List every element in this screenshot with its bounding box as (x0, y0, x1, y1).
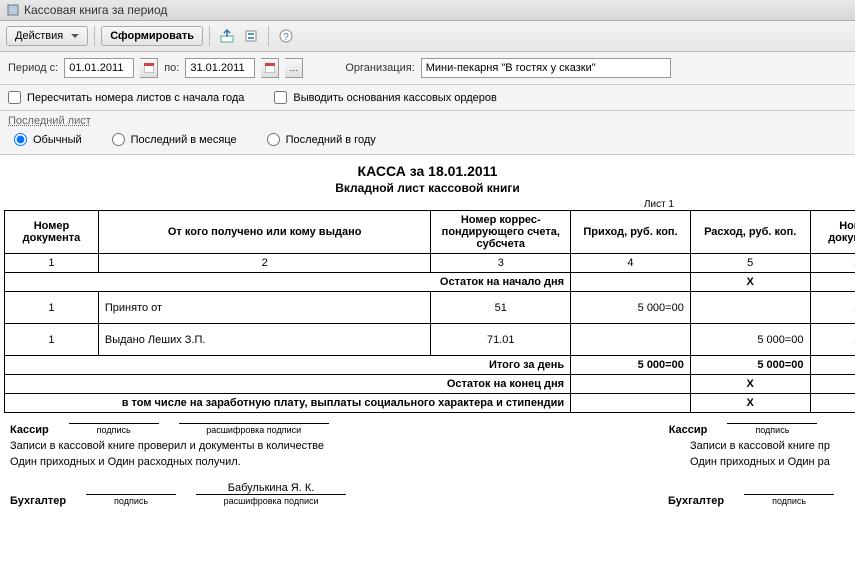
accountant-label: Бухгалтер (10, 495, 66, 507)
basis-checkbox-label: Выводить основания кассовых ордеров (293, 92, 496, 104)
report-area: КАССА за 18.01.2011 Вкладной лист кассов… (0, 155, 855, 507)
header-row: Номер документа От кого получено или ком… (5, 211, 855, 254)
toolbar-separator (94, 26, 95, 46)
decrypt-line: расшифровка подписи (179, 423, 329, 435)
table-row: 1 Выдано Леших З.П. 71.01 5 000=00 1 Выд… (5, 324, 855, 356)
cashier-label2: Кассир (669, 424, 708, 436)
th-fromto: От кого получено или кому выдано (98, 211, 431, 254)
help-icon[interactable]: ? (275, 25, 297, 47)
th-docnum: Номер документа (5, 211, 99, 254)
date-from-input[interactable] (64, 58, 134, 78)
cashier-signature-block: Кассир подпись расшифровка подписи Касси… (10, 423, 855, 436)
report-title: КАССА за 18.01.2011 (0, 163, 855, 179)
accountant-label2: Бухгалтер (668, 495, 724, 507)
group-title: Последний лист (0, 111, 855, 127)
radio-year-input[interactable] (267, 133, 280, 146)
sheet-number: Лист 1 (0, 199, 680, 210)
period-to-label: по: (164, 62, 179, 74)
radio-month-label: Последний в месяце (131, 134, 237, 146)
radio-normal-input[interactable] (14, 133, 27, 146)
app-icon (6, 3, 20, 17)
th-docnum2: Номер документа (810, 211, 855, 254)
th-corr: Номер коррес-пондирующего счета, субсчет… (431, 211, 571, 254)
open-balance-row: Остаток на начало дня X (5, 273, 855, 292)
cash-table: Номер документа От кого получено или ком… (4, 210, 855, 413)
checkbox-bar: Пересчитать номера листов с начала года … (0, 85, 855, 111)
date-to-input[interactable] (185, 58, 255, 78)
sig-line3: подпись (86, 494, 176, 506)
toolbar-separator (268, 26, 269, 46)
decrypt-line2: расшифровка подписи (196, 494, 346, 506)
generate-button[interactable]: Сформировать (101, 26, 203, 46)
toolbar: Действия Сформировать ? (0, 21, 855, 52)
th-expense: Расход, руб. коп. (690, 211, 810, 254)
select-button[interactable]: … (285, 58, 303, 78)
settings-icon[interactable] (240, 25, 262, 47)
toolbar-separator (209, 26, 210, 46)
footer-note2: Один приходных и Один расходных получил. (10, 456, 680, 468)
accountant-signature-block: Бухгалтер подпись Бабулькина Я. К. расши… (10, 482, 855, 507)
total-day-row: Итого за день 5 000=00 5 000=00 (5, 356, 855, 375)
radio-month[interactable]: Последний в месяце (112, 133, 237, 146)
radio-bar: Обычный Последний в месяце Последний в г… (0, 127, 855, 155)
recount-checkbox[interactable]: Пересчитать номера листов с начала года (8, 91, 244, 104)
calendar-icon[interactable] (140, 58, 158, 78)
close-balance-row: Остаток на конец дня X (5, 375, 855, 394)
th-income: Приход, руб. коп. (571, 211, 691, 254)
cashier-label: Кассир (10, 424, 49, 436)
org-label: Организация: (345, 62, 414, 74)
window-titlebar: Кассовая книга за период (0, 0, 855, 21)
radio-normal[interactable]: Обычный (14, 133, 82, 146)
radio-month-input[interactable] (112, 133, 125, 146)
sig-line: подпись (69, 423, 159, 435)
radio-year-label: Последний в году (286, 134, 376, 146)
window-title: Кассовая книга за период (24, 3, 167, 17)
salary-row: в том числе на заработную плату, выплаты… (5, 394, 855, 413)
footer-note1b: Записи в кассовой книге пр (690, 440, 830, 452)
sig-line2: подпись (727, 423, 817, 435)
recount-checkbox-input[interactable] (8, 91, 21, 104)
radio-year[interactable]: Последний в году (267, 133, 376, 146)
basis-checkbox[interactable]: Выводить основания кассовых ордеров (274, 91, 496, 104)
colnum-row: 1 2 3 4 5 1 (5, 254, 855, 273)
org-input[interactable] (421, 58, 671, 78)
accountant-name: Бабулькина Я. К. (196, 482, 346, 494)
radio-normal-label: Обычный (33, 134, 82, 146)
export-icon[interactable] (216, 25, 238, 47)
footer-note1: Записи в кассовой книге проверил и докум… (10, 440, 680, 452)
actions-button[interactable]: Действия (6, 26, 88, 46)
sig-line4: подпись (744, 494, 834, 506)
basis-checkbox-input[interactable] (274, 91, 287, 104)
table-row: 1 Принято от 51 5 000=00 1 Принято от (5, 292, 855, 324)
recount-checkbox-label: Пересчитать номера листов с начала года (27, 92, 244, 104)
report-subtitle: Вкладной лист кассовой книги (0, 181, 855, 195)
period-from-label: Период с: (8, 62, 58, 74)
calendar-icon[interactable] (261, 58, 279, 78)
svg-text:?: ? (283, 32, 289, 43)
params-bar: Период с: по: … Организация: (0, 52, 855, 85)
footer-note2b: Один приходных и Один ра (690, 456, 830, 468)
